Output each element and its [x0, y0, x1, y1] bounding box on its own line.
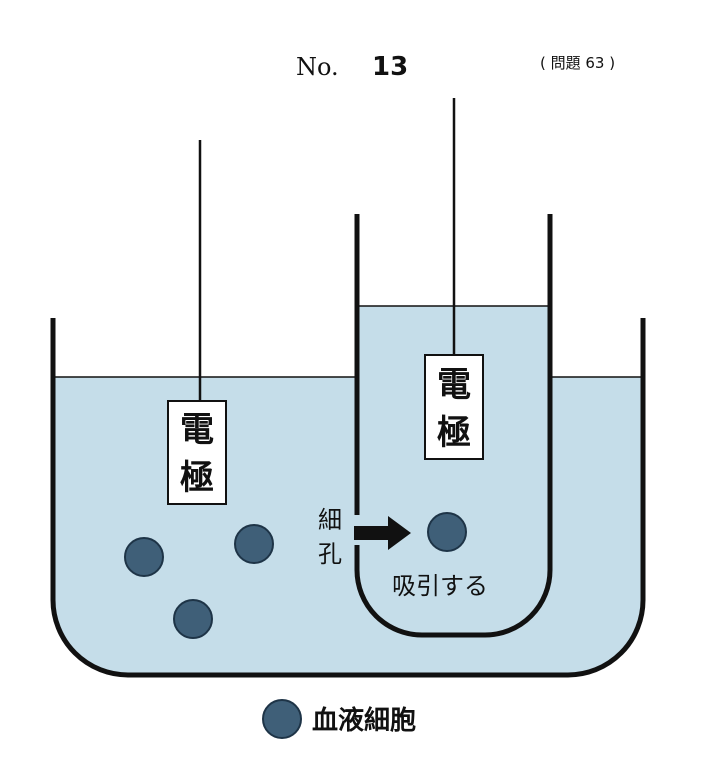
header-no-prefix: No. — [296, 53, 339, 81]
legend-cell-icon — [262, 699, 302, 739]
blood-cell — [234, 524, 274, 564]
outer-vessel-liquid — [53, 377, 643, 675]
outer-electrode-label-2: 極 — [180, 458, 214, 498]
inner-electrode-label-2: 極 — [437, 413, 471, 453]
blood-cell — [173, 599, 213, 639]
blood-cell — [427, 512, 467, 552]
header-question-ref: ( 問題 63 ) — [540, 54, 615, 72]
outer-electrode: 電 極 — [167, 400, 227, 505]
outer-electrode-label-1: 電 — [180, 410, 214, 450]
header-no-value: 13 — [372, 52, 408, 82]
suction-label: 吸引する — [392, 572, 488, 600]
legend-label: 血液細胞 — [312, 705, 416, 736]
blood-cell — [124, 537, 164, 577]
pore-label-2: 孔 — [318, 540, 342, 568]
pore-label-1: 細 — [318, 506, 342, 534]
legend: 血液細胞 — [262, 699, 416, 739]
inner-electrode: 電 極 — [424, 354, 484, 460]
diagram-canvas: No. 13 ( 問題 63 ) 電 極 電 極 細 孔 吸引する 血液細胞 — [50, 52, 646, 739]
inner-electrode-label-1: 電 — [437, 365, 471, 405]
